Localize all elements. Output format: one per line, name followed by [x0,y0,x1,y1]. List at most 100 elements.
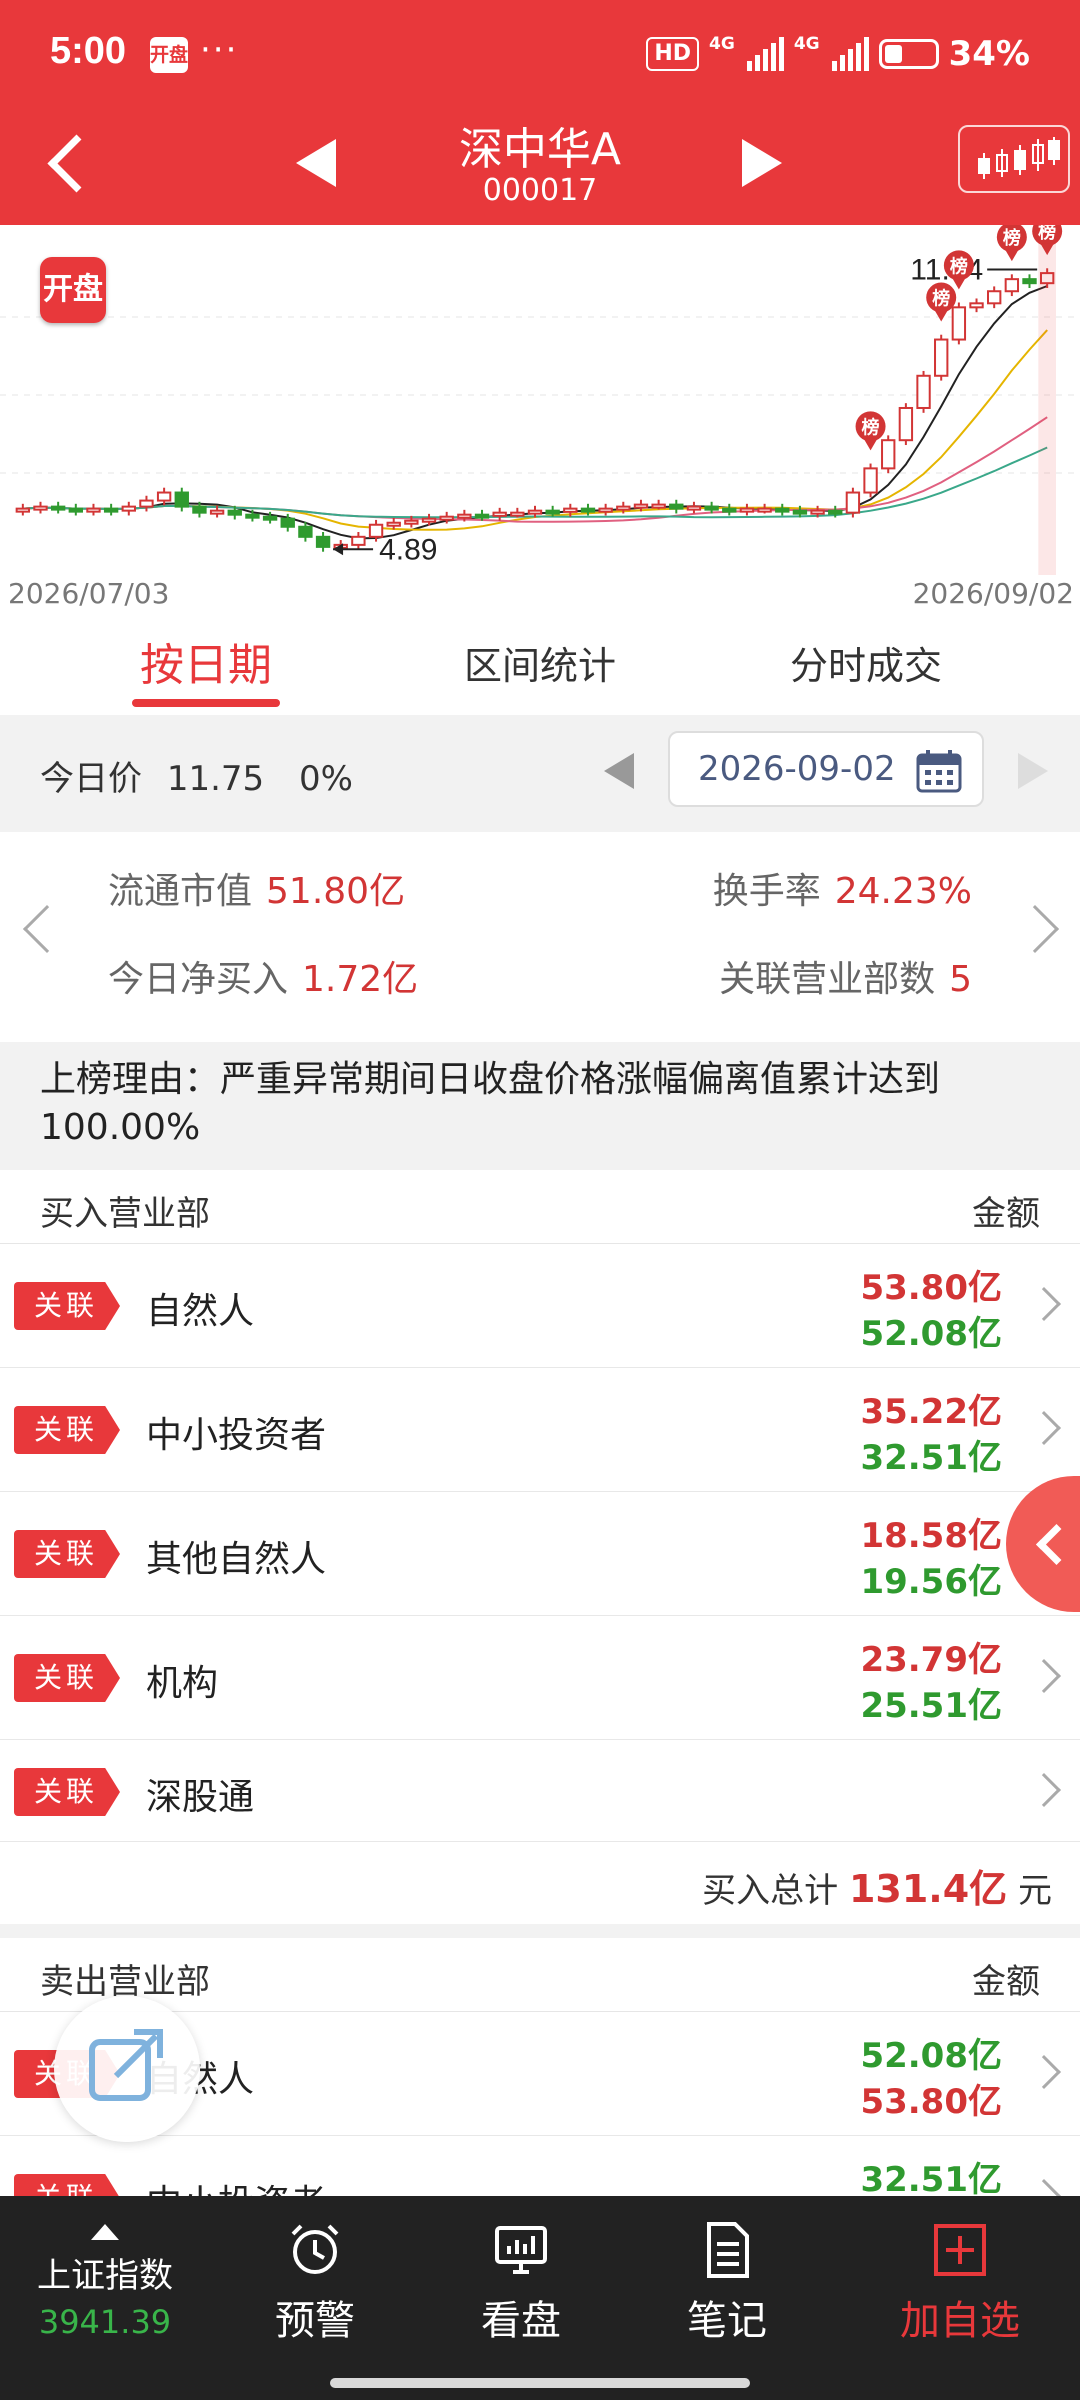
candle-body [757,507,772,513]
buy-total-value: 131.4亿 [848,1867,1008,1911]
buy-header-label: 买入营业部 [40,1194,210,1234]
listing-reason: 上榜理由：严重异常期间日收盘价格涨幅偏离值累计达到100.00% [0,1042,1080,1170]
share-icon [89,2029,163,2101]
candle-body [686,505,702,511]
related-tag: 关联 [14,1654,120,1702]
candlestick-icon [978,137,1060,179]
listing-reason-label: 上榜理由： [40,1059,221,1100]
buy-row[interactable]: 关联 深股通 [0,1740,1080,1842]
stats-prev-icon[interactable] [22,904,72,954]
buy-total-row: 买入总计 131.4亿 元 [0,1842,1080,1924]
rank-marker-label: 榜 [862,416,880,438]
today-price-value: 11.75 [166,759,265,799]
candle-body [492,511,507,517]
candle-body [1004,278,1020,293]
stats-next-icon[interactable] [1010,904,1060,954]
chevron-right-icon [1027,1773,1061,1807]
sell-amount-header: 金额 [972,1962,1040,2002]
nav-market[interactable]: 看盘 [456,2216,586,2376]
chevron-right-icon [1027,1659,1061,1693]
buy-row[interactable]: 关联 其他自然人 18.58亿 19.56亿 [0,1492,1080,1616]
candle-body [845,491,861,514]
candle-body [669,503,684,510]
turnover-value: 24.23% [834,871,972,912]
buy-total-unit: 元 [1018,1871,1052,1911]
document-icon [707,2222,749,2278]
tab-intraday-trades[interactable]: 分时成交 [766,635,966,690]
buy-total-label: 买入总计 [702,1871,839,1911]
nav-notes-label: 笔记 [687,2298,767,2344]
active-tab-indicator [132,699,280,707]
index-ticker[interactable]: 上证指数 3941.39 [20,2206,190,2366]
prev-stock-icon[interactable] [296,139,336,187]
buy-row[interactable]: 关联 机构 23.79亿 25.51亿 [0,1616,1080,1740]
candle-body [15,507,31,513]
rank-marker-pin [934,309,949,322]
candle-body [351,535,366,546]
candle-body [139,499,154,508]
sell-amount: 52.08亿 [860,2036,1002,2076]
selected-day-highlight [1038,235,1056,575]
candle-body [315,535,331,548]
candle-body [457,513,472,519]
share-button[interactable] [54,1996,200,2142]
candle-body [598,507,613,513]
nav-notes[interactable]: 笔记 [662,2216,792,2376]
stats-panel: 流通市值 51.80亿 换手率 24.23% 今日净买入 1.72亿 关联营业部数 5 [0,832,1080,1042]
candle-body [792,509,808,515]
candle-body [828,509,843,515]
status-time: 5:00 [50,30,127,72]
kaipan-logo-icon[interactable]: 开盘 [40,257,106,323]
battery-icon [878,39,939,69]
hd-voice-icon: HD [646,37,700,71]
add-watchlist-label: 加自选 [900,2298,1020,2344]
sell-amount: 52.08亿 [860,1314,1002,1354]
dept-name: 机构 [146,1663,219,1704]
kline-chart[interactable]: 11.844.89榜榜榜榜榜 开盘 2026/07/03 2026/09/02 [0,225,1080,615]
candle-body [439,515,454,521]
next-stock-icon[interactable] [742,139,782,187]
candle-body [739,507,755,513]
float-market-cap: 流通市值 51.80亿 [108,862,405,914]
float-cap-label: 流通市值 [108,871,253,912]
header: 5:00 开盘 ··· HD 4G 4G 34% 深中华A 000017 [0,0,1080,225]
back-arrow-icon[interactable] [40,127,100,197]
buy-row[interactable]: 关联 自然人 53.80亿 52.08亿 [0,1244,1080,1368]
kline-chart-svg: 11.844.89榜榜榜榜榜 [0,225,1080,575]
date-picker[interactable]: 2026-09-02 [668,731,984,807]
buy-row[interactable]: 关联 中小投资者 35.22亿 32.51亿 [0,1368,1080,1492]
buy-total: 买入总计 131.4亿 元 [702,1858,1052,1913]
buy-amount: 18.58亿 [860,1516,1002,1556]
add-watchlist-button[interactable]: 加自选 [870,2216,1050,2376]
sell-amount: 25.51亿 [860,1686,1002,1726]
kline-toggle-button[interactable] [958,125,1070,193]
dept-name: 深股通 [146,1777,255,1818]
next-date-icon[interactable] [1018,753,1048,789]
turnover-rate: 换手率 24.23% [713,862,972,914]
network-type-1: 4G [709,34,735,54]
tab-by-date[interactable]: 按日期 [132,629,280,693]
dept-name: 其他自然人 [146,1539,327,1580]
dept-count-value: 5 [949,959,972,1000]
net-buy-value: 1.72亿 [302,959,419,1000]
rank-marker-label: 榜 [950,255,968,277]
candle-body [722,507,737,513]
candle-body [863,467,878,494]
app-badge-icon: 开盘 [150,37,188,73]
rank-marker-label: 榜 [1003,227,1021,249]
candle-body [898,406,914,442]
monitor-chart-icon [495,2226,547,2274]
dept-name: 中小投资者 [146,1415,327,1456]
candle-body [934,338,949,377]
nav-alert[interactable]: 预警 [250,2216,380,2376]
prev-date-icon[interactable] [604,753,634,789]
index-up-icon [91,2224,119,2240]
candle-body [404,519,419,525]
stock-name: 深中华A [458,124,622,175]
tab-bar: 按日期 区间统计 分时成交 [0,615,1080,715]
rank-marker-label: 榜 [932,288,950,310]
candle-body [474,513,490,519]
candle-body [563,507,578,513]
tab-range-stats[interactable]: 区间统计 [440,635,640,690]
related-tag: 关联 [14,1406,120,1454]
